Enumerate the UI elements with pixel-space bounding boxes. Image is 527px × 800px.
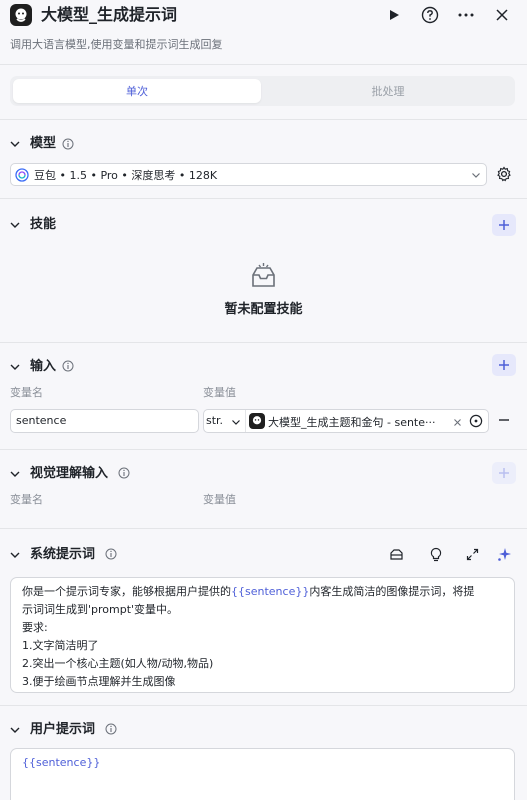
- plus-icon: [499, 360, 509, 370]
- info-icon[interactable]: [105, 548, 117, 563]
- collapse-chevron-icon[interactable]: [9, 468, 21, 483]
- input-section-title: 输入: [30, 359, 57, 374]
- prompt-line: 你是一个提示词专家，能够根据用户提供的{{sentence}}内客生成简洁的图像…: [22, 583, 503, 601]
- prompt-line: 3.便于绘画节点理解并生成图像: [22, 675, 176, 688]
- source-node-icon: [249, 413, 265, 429]
- system-prompt-editor[interactable]: 你是一个提示词专家，能够根据用户提供的{{sentence}}内客生成简洁的图像…: [10, 577, 515, 693]
- expand-icon[interactable]: [466, 548, 479, 564]
- prompt-line: 1.文字简洁明了: [22, 639, 99, 652]
- collapse-chevron-icon[interactable]: [9, 138, 21, 153]
- plus-icon: [499, 468, 509, 478]
- more-icon[interactable]: [456, 5, 476, 25]
- variable-name-input[interactable]: sentence: [10, 409, 199, 433]
- prompt-variable: {{sentence}}: [22, 756, 101, 769]
- node-logo-icon: [10, 4, 32, 26]
- prompt-library-icon[interactable]: [389, 547, 404, 565]
- info-icon[interactable]: [105, 723, 117, 738]
- divider: [0, 528, 527, 529]
- close-icon[interactable]: [492, 5, 512, 25]
- run-icon[interactable]: [384, 5, 404, 25]
- no-skills-text: 暂未配置技能: [224, 302, 303, 317]
- reference-variable-label[interactable]: 大模型_生成主题和金句 - sente···: [268, 414, 446, 430]
- divider: [0, 119, 527, 120]
- type-select[interactable]: str.: [206, 414, 223, 427]
- plus-icon: [499, 220, 509, 230]
- prompt-line: 要求:: [22, 621, 48, 634]
- prompt-line: 示词词生成到'prompt'变量中。: [22, 603, 179, 616]
- divider: [0, 198, 527, 199]
- col-header-value: 变量值: [203, 386, 236, 399]
- prompt-text: 内客生成简洁的图像提示词，将提: [309, 585, 475, 598]
- col-header-name: 变量名: [10, 493, 43, 506]
- node-title[interactable]: 大模型_生成提示词: [41, 4, 177, 26]
- lightbulb-icon[interactable]: [429, 547, 443, 565]
- variable-value-box: str. 大模型_生成主题和金句 - sente···: [203, 409, 489, 433]
- collapse-chevron-icon[interactable]: [9, 724, 21, 739]
- divider: [0, 705, 527, 706]
- clear-icon[interactable]: [453, 416, 462, 430]
- add-skill-button[interactable]: [492, 214, 516, 236]
- skills-section-title: 技能: [30, 217, 57, 232]
- col-header-name: 变量名: [10, 386, 43, 399]
- model-select[interactable]: 豆包 • 1.5 • Pro • 深度思考 • 128K: [10, 163, 487, 186]
- divider: [245, 410, 246, 432]
- user-prompt-section-title: 用户提示词: [30, 722, 96, 737]
- doubao-model-icon: [15, 167, 29, 182]
- vision-input-section-title: 视觉理解输入: [30, 466, 109, 481]
- user-prompt-editor[interactable]: {{sentence}}: [10, 748, 515, 800]
- add-vision-input-button[interactable]: [492, 462, 516, 484]
- system-prompt-section-title: 系统提示词: [30, 547, 96, 562]
- divider: [0, 64, 527, 65]
- reference-picker-icon[interactable]: [469, 414, 483, 431]
- prompt-text: 你是一个提示词专家，能够根据用户提供的: [22, 585, 231, 598]
- collapse-chevron-icon[interactable]: [9, 361, 21, 376]
- prompt-line: 2.突出一个核心主题(如人物/动物,物品): [22, 657, 214, 670]
- selected-model-label: 豆包 • 1.5 • Pro • 深度思考 • 128K: [34, 168, 218, 182]
- divider: [0, 449, 527, 450]
- tab-batch[interactable]: 批处理: [264, 79, 512, 103]
- info-icon[interactable]: [62, 360, 74, 375]
- ai-optimize-sparkle-icon[interactable]: [497, 547, 512, 565]
- prompt-variable: {{sentence}}: [231, 585, 310, 598]
- empty-box-icon: [249, 261, 278, 292]
- node-description[interactable]: 调用大语言模型,使用变量和提示词生成回复: [10, 37, 223, 53]
- collapse-chevron-icon[interactable]: [9, 549, 21, 564]
- add-input-button[interactable]: [492, 354, 516, 376]
- divider: [0, 342, 527, 343]
- info-icon[interactable]: [62, 138, 74, 153]
- model-settings-gear-icon[interactable]: [496, 166, 512, 185]
- chevron-down-icon[interactable]: [231, 416, 241, 430]
- model-section-title: 模型: [30, 136, 57, 151]
- tab-single[interactable]: 单次: [13, 79, 261, 103]
- help-icon[interactable]: [420, 5, 440, 25]
- chevron-down-icon[interactable]: [471, 169, 481, 183]
- collapse-chevron-icon[interactable]: [9, 219, 21, 234]
- remove-row-icon[interactable]: [498, 414, 510, 429]
- col-header-value: 变量值: [203, 493, 236, 506]
- info-icon[interactable]: [118, 467, 130, 482]
